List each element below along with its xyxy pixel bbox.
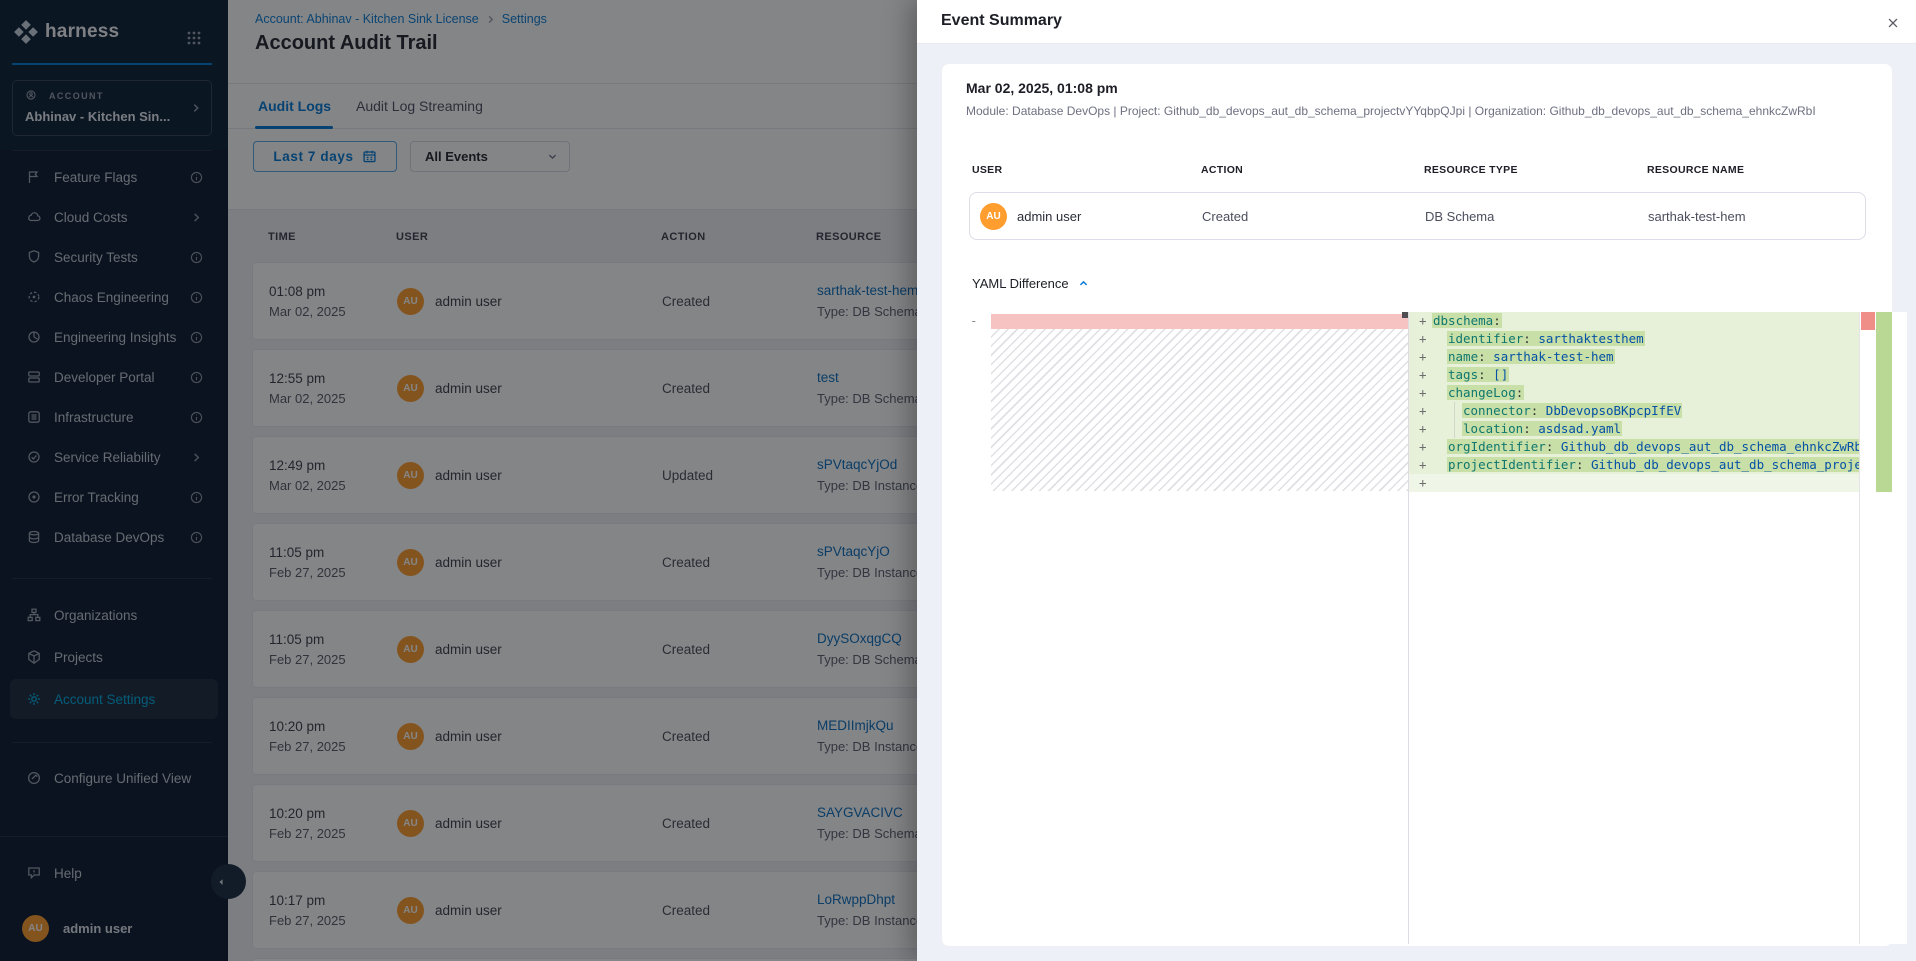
overview-ruler-removed-marker <box>1861 312 1875 330</box>
event-column-resource-type: RESOURCE TYPE <box>1424 164 1518 176</box>
drawer-header: Event Summary <box>917 0 1916 44</box>
event-resource-name: sarthak-test-hem <box>1648 209 1746 224</box>
diff-added-line: +projectIdentifier: Github_db_devops_aut… <box>1409 456 1859 474</box>
overview-ruler-added-marker[interactable] <box>1876 312 1892 492</box>
event-column-resource-name: RESOURCE NAME <box>1647 164 1744 176</box>
removed-line-gutter: - <box>970 313 978 328</box>
close-icon[interactable] <box>1884 14 1902 32</box>
diff-added-line: +changeLog: <box>1409 384 1859 402</box>
drawer-title: Event Summary <box>941 12 1062 30</box>
diff-right-border <box>1859 312 1860 944</box>
event-meta: Module: Database DevOps | Project: Githu… <box>966 104 1866 118</box>
indent-guide <box>1454 402 1455 438</box>
diff-added-line: +location: asdsad.yaml <box>1409 420 1859 438</box>
event-action: Created <box>1202 209 1248 224</box>
event-resource-type: DB Schema <box>1425 209 1494 224</box>
added-lines: +dbschema: +identifier: sarthaktesthem +… <box>1409 312 1859 492</box>
diff-added-line: +orgIdentifier: Github_db_devops_aut_db_… <box>1409 438 1859 456</box>
diff-added-line: +identifier: sarthaktesthem <box>1409 330 1859 348</box>
diff-added-line: +name: sarthak-test-hem <box>1409 348 1859 366</box>
diff-added-line: +dbschema: <box>1409 312 1859 330</box>
diff-added-line: +connector: DbDevopsoBKpcpIfEV <box>1409 402 1859 420</box>
removed-line-marker <box>991 314 1408 329</box>
app-window: harness ACCOUNT Abhinav - Kitchen Sin...… <box>0 0 1916 961</box>
event-user-name: admin user <box>1017 209 1081 224</box>
yaml-diff-viewer[interactable]: - +dbschema: +identifier: sarthaktesthem… <box>964 312 1907 944</box>
event-summary-drawer: Event Summary Mar 02, 2025, 01:08 pm Mod… <box>917 0 1916 961</box>
diff-added-line: +tags: [] <box>1409 366 1859 384</box>
event-column-action: ACTION <box>1201 164 1243 176</box>
chevron-up-icon <box>1077 277 1090 290</box>
event-datetime: Mar 02, 2025, 01:08 pm <box>966 80 1118 96</box>
yaml-difference-toggle[interactable]: YAML Difference <box>972 276 1090 291</box>
event-card: Mar 02, 2025, 01:08 pm Module: Database … <box>941 63 1893 947</box>
event-row: AU admin user Created DB Schema sarthak-… <box>969 192 1866 240</box>
avatar: AU <box>980 203 1007 230</box>
event-column-user: USER <box>972 164 1002 176</box>
empty-diff-region <box>991 329 1408 491</box>
diff-added-line: + <box>1409 474 1859 492</box>
